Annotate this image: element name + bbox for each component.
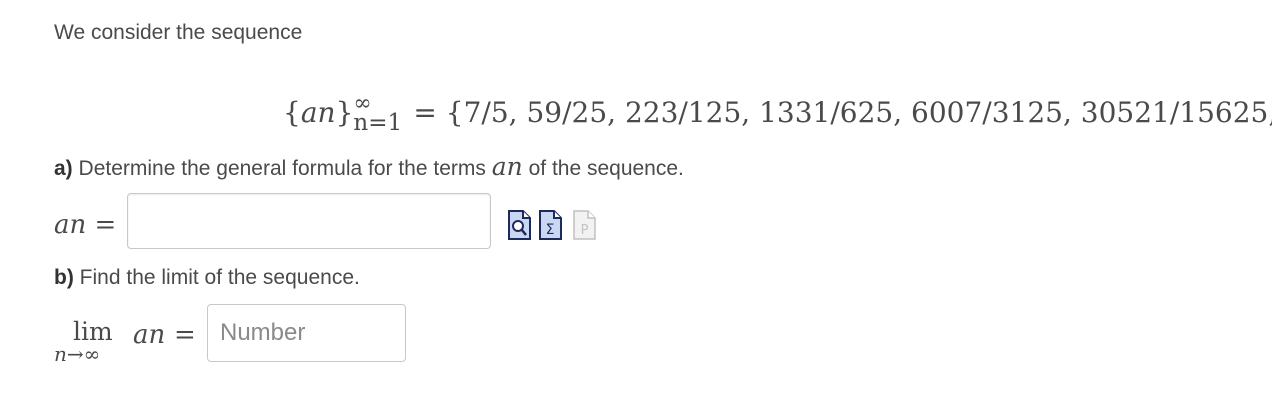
seq-values: {7/5, 59/25, 223/125, 1331/625, 6007/312… bbox=[445, 96, 1272, 129]
seq-close-brace: } bbox=[335, 96, 354, 129]
lim-subscript: n→∞ bbox=[54, 343, 100, 365]
part-b-text: Find the limit of the sequence. bbox=[79, 266, 360, 289]
seq-open-brace: { bbox=[283, 96, 301, 129]
an-field-label: an = bbox=[54, 210, 116, 240]
seq-term: a bbox=[300, 96, 318, 129]
svg-text:Σ: Σ bbox=[546, 222, 555, 238]
sequence-equation: {an} ∞ n=1 = {7/5, 59/25, 223/125, 1331/625… bbox=[283, 91, 1272, 136]
svg-text:P: P bbox=[581, 223, 589, 238]
seq-equals: = bbox=[413, 96, 437, 129]
p-icon[interactable]: P bbox=[572, 208, 597, 241]
part-b-prompt: b) Find the limit of the sequence. bbox=[54, 266, 360, 290]
lim-expression: an bbox=[133, 320, 165, 350]
seq-limits: ∞ n=1 bbox=[353, 91, 405, 136]
formula-input[interactable] bbox=[127, 193, 491, 249]
seq-index: n bbox=[317, 96, 336, 129]
lim-subscript-text: n→∞ bbox=[54, 342, 101, 366]
part-b-label: b) bbox=[54, 266, 74, 289]
intro-text: We consider the sequence bbox=[54, 21, 303, 44]
preview-icon[interactable] bbox=[507, 208, 532, 241]
equation-editor-icon[interactable]: Σ bbox=[538, 208, 563, 241]
seq-sub: n=1 bbox=[353, 110, 403, 136]
limit-number-input[interactable] bbox=[207, 304, 406, 362]
part-a-text-after: of the sequence. bbox=[528, 157, 684, 180]
lim-expression-text: an bbox=[133, 320, 166, 350]
part-a-label: a) bbox=[54, 157, 73, 180]
part-a-prompt: a) Determine the general formula for the… bbox=[54, 152, 684, 181]
an-field-label-text: an = bbox=[54, 210, 117, 240]
part-a-math: an bbox=[491, 152, 523, 181]
lim-equals: = bbox=[174, 320, 196, 350]
part-a-text-before: Determine the general formula for the te… bbox=[78, 157, 486, 180]
